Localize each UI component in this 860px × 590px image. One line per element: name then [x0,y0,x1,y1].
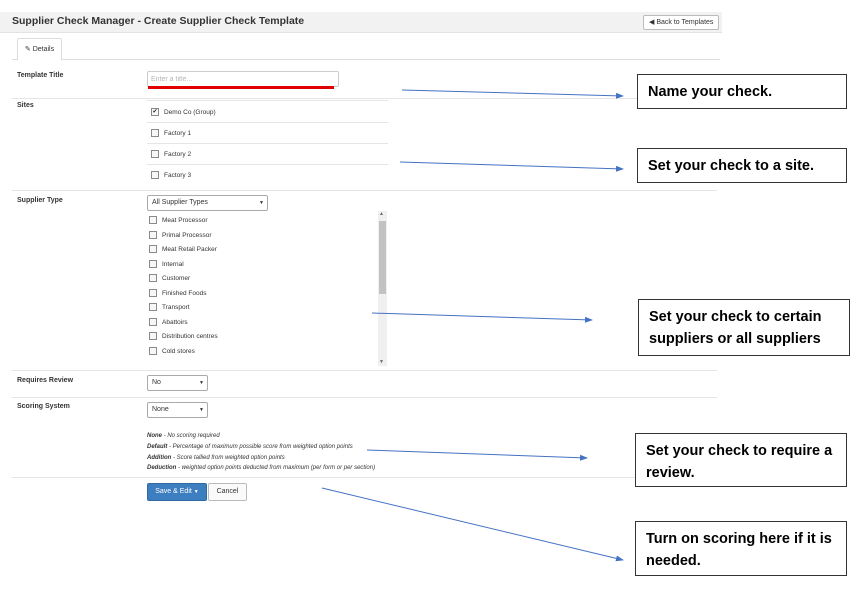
arrow-review [366,449,588,461]
arrow-title [401,89,624,99]
callout-set-suppliers: Set your check to certain suppliers or a… [638,299,850,356]
callout-set-site: Set your check to a site. [637,148,847,183]
callout-name-check: Name your check. [637,74,847,109]
callout-scoring: Turn on scoring here if it is needed. [635,521,847,576]
callout-require-review: Set your check to require a review. [635,433,847,487]
arrow-supplier-type [371,312,593,323]
arrow-scoring [321,487,624,562]
arrow-sites [399,161,624,172]
